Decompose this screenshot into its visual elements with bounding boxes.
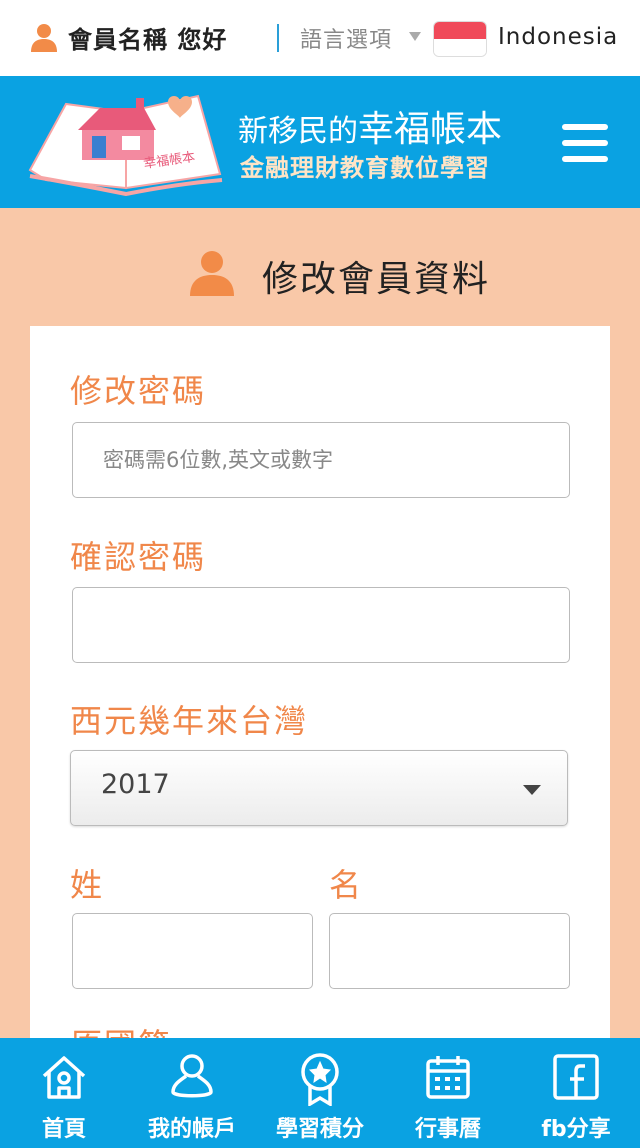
home-icon (42, 1056, 86, 1099)
nav-points-label: 學習積分 (275, 1117, 364, 1142)
nav-calendar-label: 行事曆 (414, 1117, 481, 1142)
site-header: 幸福帳本 新移民的幸福帳本 金融理財教育數位學習 (0, 76, 640, 208)
bottom-nav: 首頁 我的帳戶 學習積分 行事曆 fb分享 (0, 1038, 640, 1148)
year-label: 西元幾年來台灣 (70, 702, 309, 740)
nav-fb-share[interactable]: fb分享 (512, 1038, 640, 1148)
account-icon (171, 1054, 213, 1098)
nav-points[interactable]: 學習積分 (256, 1038, 384, 1148)
divider (277, 24, 279, 52)
badge-icon (301, 1053, 339, 1106)
confirm-password-label: 確認密碼 (70, 538, 207, 576)
nav-fb-share-label: fb分享 (541, 1117, 611, 1142)
year-value: 2017 (101, 769, 170, 800)
nav-account-label: 我的帳戶 (147, 1117, 236, 1142)
site-title: 新移民的幸福帳本 (238, 109, 503, 150)
username-greeting[interactable]: 會員名稱 您好 (68, 20, 227, 55)
chevron-down-icon[interactable] (409, 32, 421, 41)
password-label: 修改密碼 (70, 372, 207, 410)
caret-down-icon (523, 785, 541, 795)
member-form: 修改密碼 確認密碼 西元幾年來台灣 2017 姓 名 原國籍 (30, 326, 610, 1086)
nav-home[interactable]: 首頁 (0, 1038, 128, 1148)
calendar-icon (426, 1056, 470, 1099)
confirm-password-field[interactable] (72, 587, 570, 663)
surname-label: 姓 (70, 866, 105, 904)
nav-calendar[interactable]: 行事曆 (384, 1038, 512, 1148)
site-subtitle: 金融理財教育數位學習 (240, 154, 490, 182)
year-select[interactable]: 2017 (70, 750, 568, 826)
user-icon (31, 24, 57, 52)
given-name-label: 名 (329, 866, 364, 904)
language-selector[interactable]: 語言選項 (300, 22, 392, 54)
top-bar: 會員名稱 您好 語言選項 Indonesia (0, 0, 640, 76)
country-label[interactable]: Indonesia (498, 24, 618, 50)
nav-home-label: 首頁 (41, 1117, 86, 1142)
facebook-icon (553, 1054, 599, 1100)
logo-icon[interactable]: 幸福帳本 (26, 88, 224, 198)
page-title-section: 修改會員資料 (0, 208, 640, 326)
password-field[interactable] (72, 422, 570, 498)
page-title: 修改會員資料 (262, 259, 491, 300)
user-icon (190, 251, 234, 296)
nav-account[interactable]: 我的帳戶 (128, 1038, 256, 1148)
surname-field[interactable] (72, 913, 313, 989)
indonesia-flag-icon[interactable] (433, 21, 487, 57)
given-name-field[interactable] (329, 913, 570, 989)
menu-icon[interactable] (562, 124, 610, 162)
